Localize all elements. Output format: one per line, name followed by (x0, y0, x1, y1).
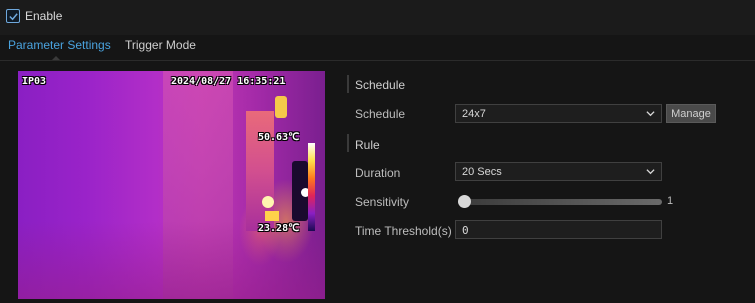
osd-min-temperature: 23.28℃ (258, 223, 300, 234)
osd-timestamp: 2024/08/27 16:35:21 (171, 76, 286, 87)
manage-button[interactable]: Manage (666, 104, 716, 123)
osd-camera-name: IP03 (22, 76, 47, 87)
duration-select-value: 20 Secs (462, 166, 502, 178)
sensitivity-slider[interactable] (458, 194, 662, 208)
enable-checkbox[interactable] (6, 9, 20, 23)
schedule-select[interactable]: 24x7 (455, 104, 662, 123)
video-hotspot (275, 96, 287, 118)
top-bar (0, 0, 755, 35)
chevron-down-icon (646, 169, 655, 175)
sensitivity-label: Sensitivity (355, 195, 410, 209)
enable-label: Enable (25, 9, 63, 23)
tab-divider (0, 60, 755, 61)
time-threshold-label: Time Threshold(s) (355, 224, 452, 238)
enable-row[interactable]: Enable (6, 9, 62, 23)
slider-track[interactable] (458, 199, 662, 205)
osd-max-temperature: 50.63℃ (258, 132, 300, 143)
duration-select[interactable]: 20 Secs (455, 162, 662, 181)
duration-label: Duration (355, 166, 401, 180)
slider-thumb[interactable] (458, 195, 471, 208)
video-hotspot (265, 211, 279, 221)
schedule-section-title: Schedule (355, 78, 406, 92)
section-marker (347, 75, 349, 93)
section-marker (347, 134, 349, 152)
tab-parameter-settings[interactable]: Parameter Settings (8, 38, 111, 52)
chevron-down-icon (646, 111, 655, 117)
thermal-video-preview[interactable]: IP03 2024/08/27 16:35:21 50.63℃ 23.28℃ (18, 71, 325, 299)
schedule-label: Schedule (355, 107, 406, 121)
sensitivity-value: 1 (667, 195, 674, 207)
tab-trigger-mode[interactable]: Trigger Mode (125, 38, 196, 52)
tab-bar: Parameter Settings Trigger Mode (0, 35, 755, 61)
temperature-color-scale (308, 143, 315, 231)
schedule-select-value: 24x7 (462, 108, 486, 120)
video-hotspot (262, 196, 274, 208)
time-threshold-input[interactable]: 0 (455, 220, 662, 239)
check-icon (8, 12, 18, 20)
rule-section-title: Rule (355, 138, 380, 152)
